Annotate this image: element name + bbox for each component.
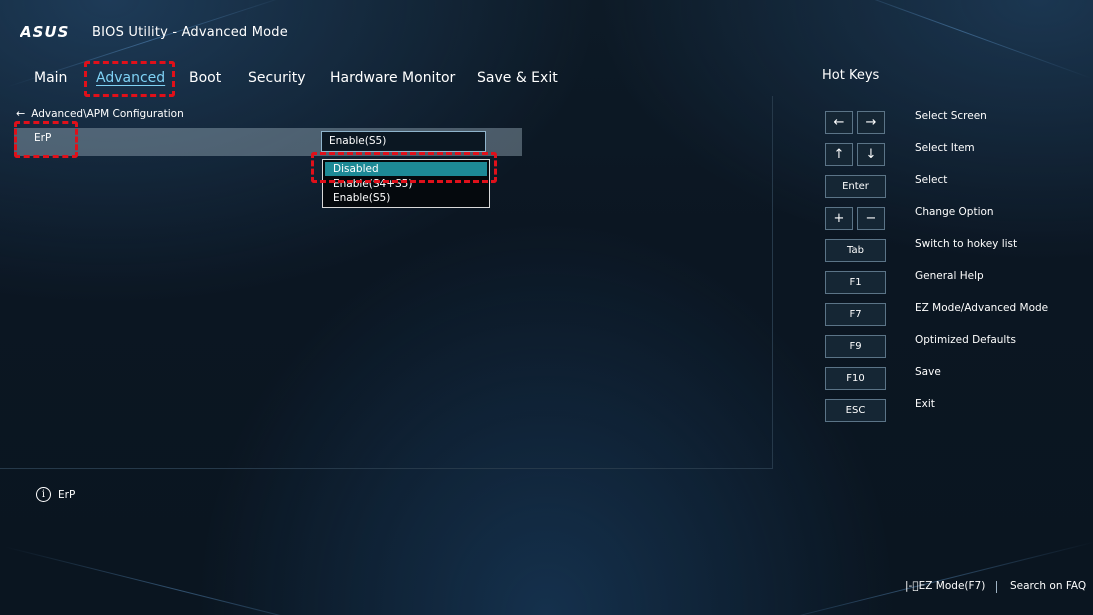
help-info: i ErP: [36, 487, 75, 502]
ez-mode-label: EZ Mode(F7): [918, 580, 986, 592]
hotkey-desc-ez-mode: EZ Mode/Advanced Mode: [915, 302, 1049, 314]
help-divider: [0, 468, 772, 469]
hotkey-desc-general-help: General Help: [915, 270, 984, 282]
hotkey-desc-switch-hotkey: Switch to hokey list: [915, 238, 1018, 250]
hotkey-desc-change-option: Change Option: [915, 206, 994, 218]
asus-logo: ASUS: [20, 24, 69, 40]
background-streak: [745, 541, 1093, 615]
tab-security[interactable]: Security: [248, 66, 306, 90]
breadcrumb: ← Advanced\APM Configuration: [16, 107, 184, 120]
hotkey-desc-select-item: Select Item: [915, 142, 975, 154]
annotation-highlight-erp: [14, 121, 78, 158]
hotkey-desc-exit: Exit: [915, 398, 935, 410]
top-bar: ASUS BIOS Utility - Advanced Mode: [0, 0, 1093, 62]
f9-key[interactable]: F9: [825, 335, 886, 358]
hotkeys-title: Hot Keys: [822, 68, 880, 83]
plus-key[interactable]: +: [825, 207, 853, 230]
f10-key[interactable]: F10: [825, 367, 886, 390]
down-arrow-key[interactable]: ↓: [857, 143, 885, 166]
breadcrumb-path: Advanced\APM Configuration: [31, 107, 184, 120]
hotkey-desc-select: Select: [915, 174, 948, 186]
hotkey-desc-save: Save: [915, 366, 941, 378]
tab-main[interactable]: Main: [34, 66, 67, 90]
annotation-highlight-advanced: [84, 61, 175, 97]
background-streak: [5, 546, 355, 615]
help-text: ErP: [58, 488, 76, 501]
back-arrow-icon[interactable]: ←: [16, 107, 25, 120]
enter-key[interactable]: Enter: [825, 175, 886, 198]
tab-key[interactable]: Tab: [825, 239, 886, 262]
right-arrow-key[interactable]: →: [857, 111, 885, 134]
minus-key[interactable]: −: [857, 207, 885, 230]
up-arrow-key[interactable]: ↑: [825, 143, 853, 166]
left-arrow-key[interactable]: ←: [825, 111, 853, 134]
search-faq-link[interactable]: Search on FAQ: [1010, 580, 1086, 592]
option-enable-s5[interactable]: Enable(S5): [325, 191, 487, 205]
ez-mode-link[interactable]: |-⃞EZ Mode(F7): [905, 580, 985, 592]
hotkey-desc-optimized-defaults: Optimized Defaults: [915, 334, 1016, 346]
hotkey-desc-select-screen: Select Screen: [915, 110, 987, 122]
f1-key[interactable]: F1: [825, 271, 886, 294]
panel-divider: [772, 96, 773, 469]
tab-boot[interactable]: Boot: [189, 66, 221, 90]
exit-icon: |-⃞: [905, 580, 919, 592]
app-title: BIOS Utility - Advanced Mode: [92, 25, 288, 40]
info-icon: i: [36, 487, 51, 502]
svg-text:ASUS: ASUS: [20, 24, 69, 40]
esc-key[interactable]: ESC: [825, 399, 886, 422]
tab-save-exit[interactable]: Save & Exit: [477, 66, 558, 90]
f7-key[interactable]: F7: [825, 303, 886, 326]
footer-separator: [996, 581, 997, 593]
annotation-highlight-disabled: [311, 152, 497, 183]
tab-hardware-monitor[interactable]: Hardware Monitor: [330, 66, 455, 90]
erp-select[interactable]: Enable(S5): [321, 131, 486, 152]
